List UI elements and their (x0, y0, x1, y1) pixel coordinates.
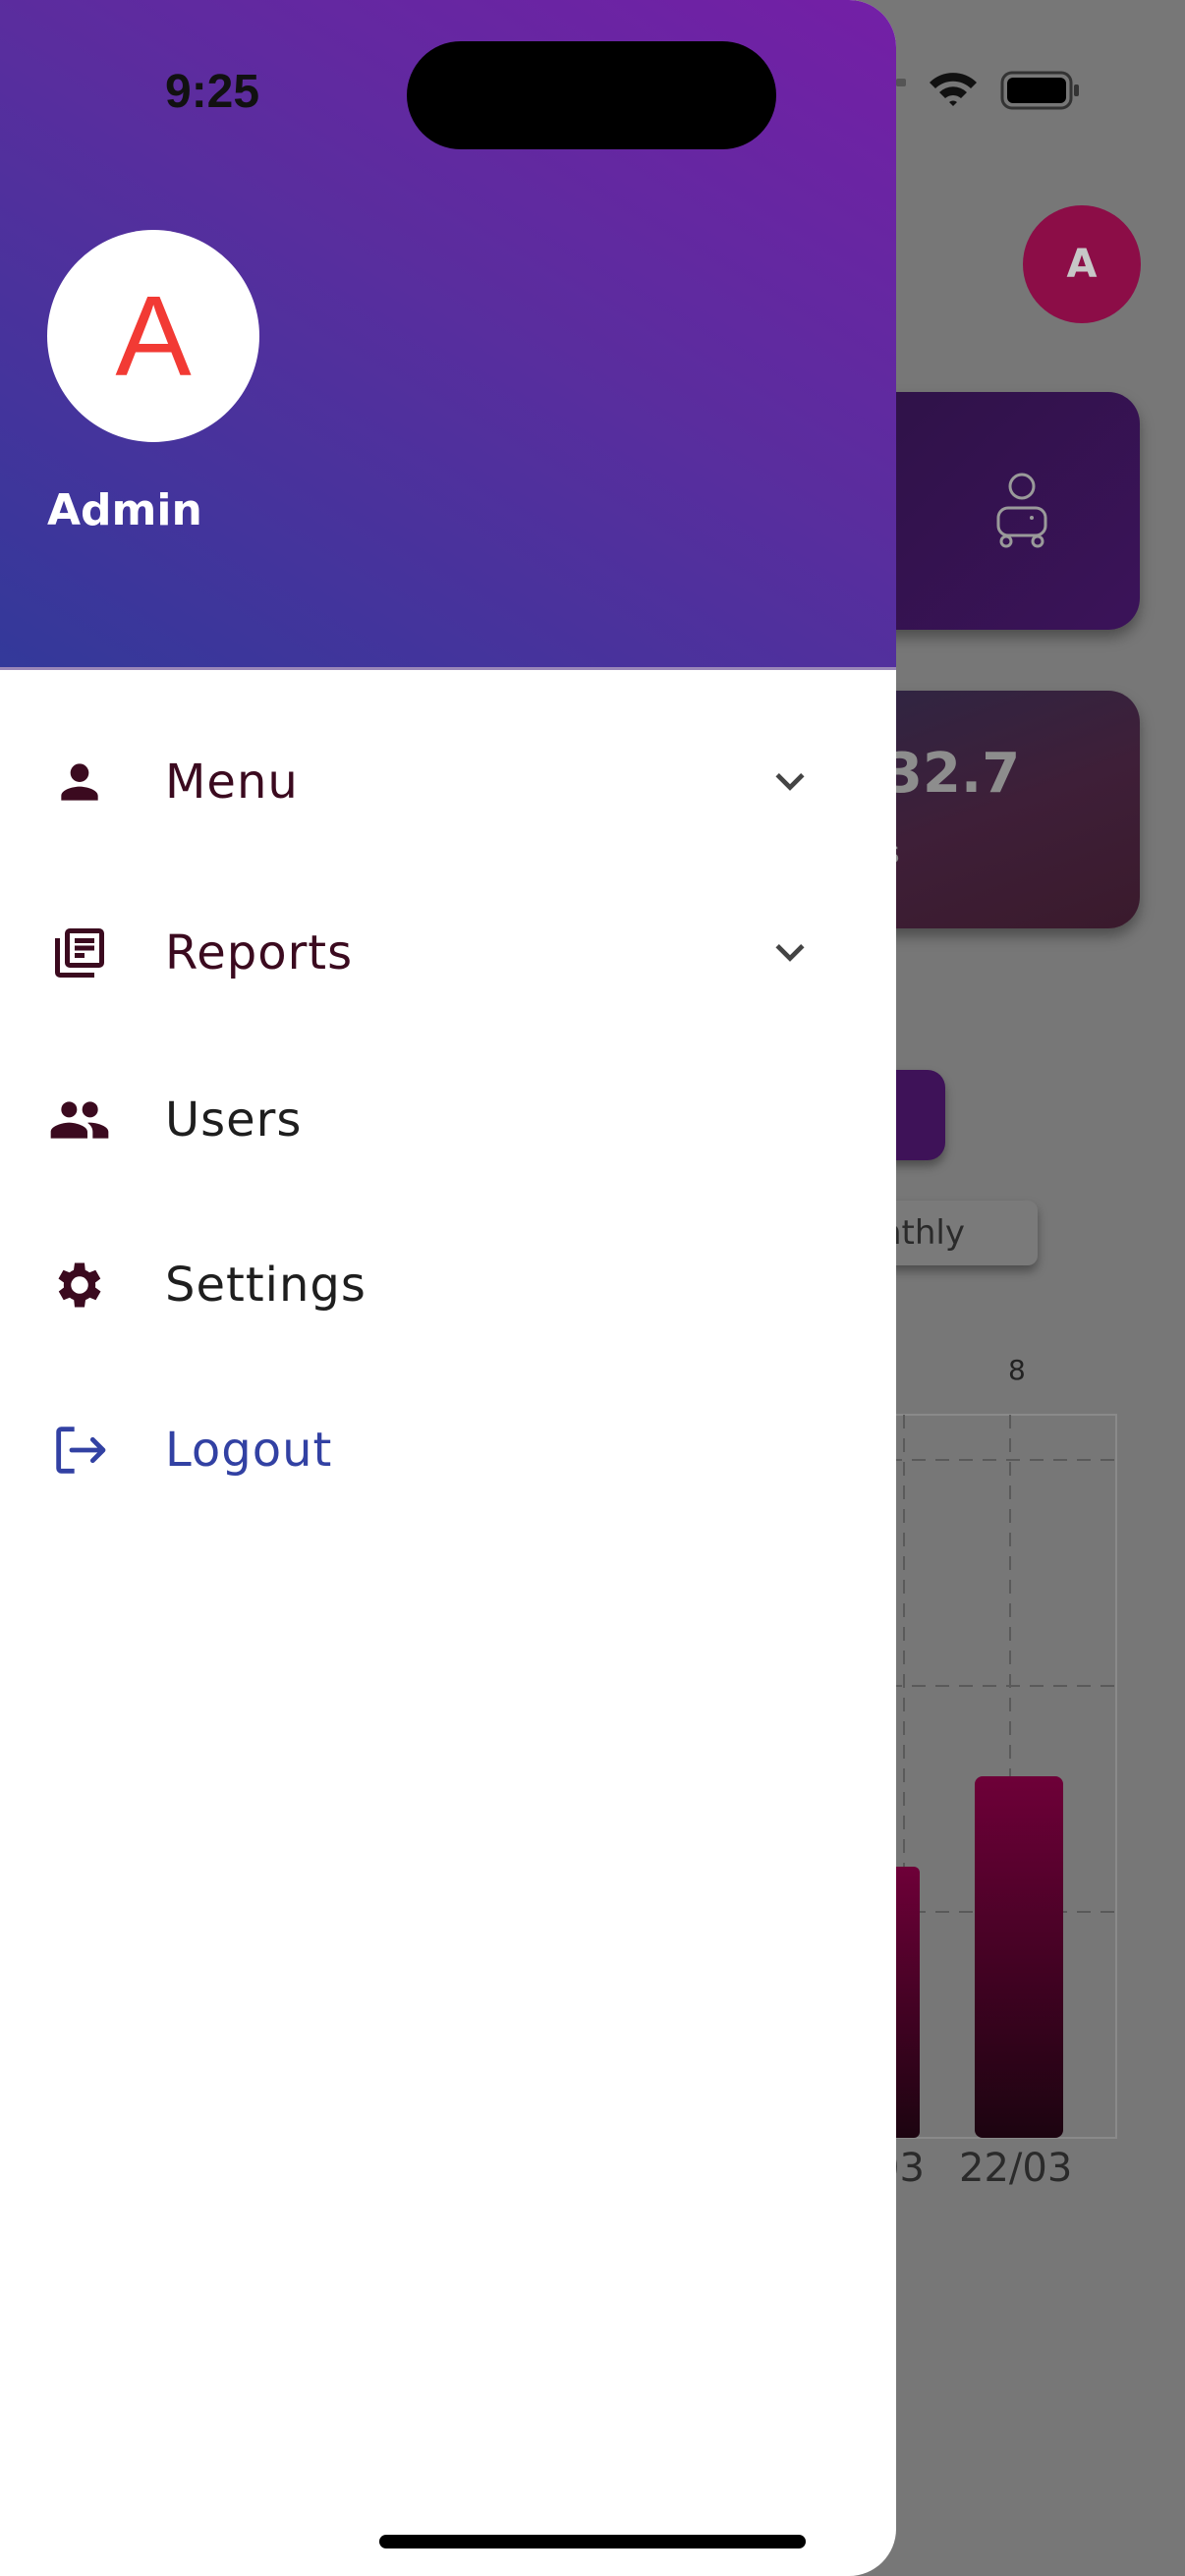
drawer-item-users[interactable]: Users (0, 1051, 896, 1189)
chevron-down-icon[interactable] (768, 760, 812, 804)
status-time: 9:25 (165, 66, 260, 118)
logout-icon (47, 1418, 112, 1483)
person-icon (47, 750, 112, 814)
navigation-drawer: 9:25 A Admin Menu Reports Users Settings… (0, 0, 896, 2576)
drawer-item-label: Logout (165, 1423, 333, 1478)
drawer-item-menu[interactable]: Menu (0, 713, 896, 851)
bar-chart (865, 1414, 1117, 2139)
bar (975, 1776, 1063, 2138)
drawer-item-label: Settings (165, 1258, 367, 1313)
drawer-item-reports[interactable]: Reports (0, 884, 896, 1022)
battery-icon (1000, 71, 1079, 110)
profile-avatar[interactable]: A (1023, 205, 1141, 323)
robot-icon (996, 473, 1047, 548)
profile-avatar-letter: A (1066, 242, 1098, 287)
x-axis-label: 22/03 (959, 2146, 1073, 2191)
dynamic-island (407, 41, 776, 149)
drawer-item-label: Menu (165, 755, 299, 810)
user-avatar-letter: A (115, 272, 192, 400)
drawer-item-label: Users (165, 1092, 303, 1148)
reports-icon (47, 921, 112, 985)
drawer-item-label: Reports (165, 925, 354, 980)
user-avatar: A (47, 230, 259, 442)
chevron-down-icon[interactable] (768, 931, 812, 975)
user-name: Admin (47, 485, 202, 535)
wifi-icon (930, 73, 977, 106)
drawer-item-settings[interactable]: Settings (0, 1216, 896, 1354)
gear-icon (47, 1253, 112, 1317)
screen: A 32.7 s nthly 8 (0, 0, 1185, 2576)
stat-value: 32.7 (884, 742, 1021, 806)
users-icon (47, 1088, 112, 1152)
drawer-item-logout[interactable]: Logout (0, 1381, 896, 1519)
home-indicator[interactable] (379, 2535, 806, 2548)
